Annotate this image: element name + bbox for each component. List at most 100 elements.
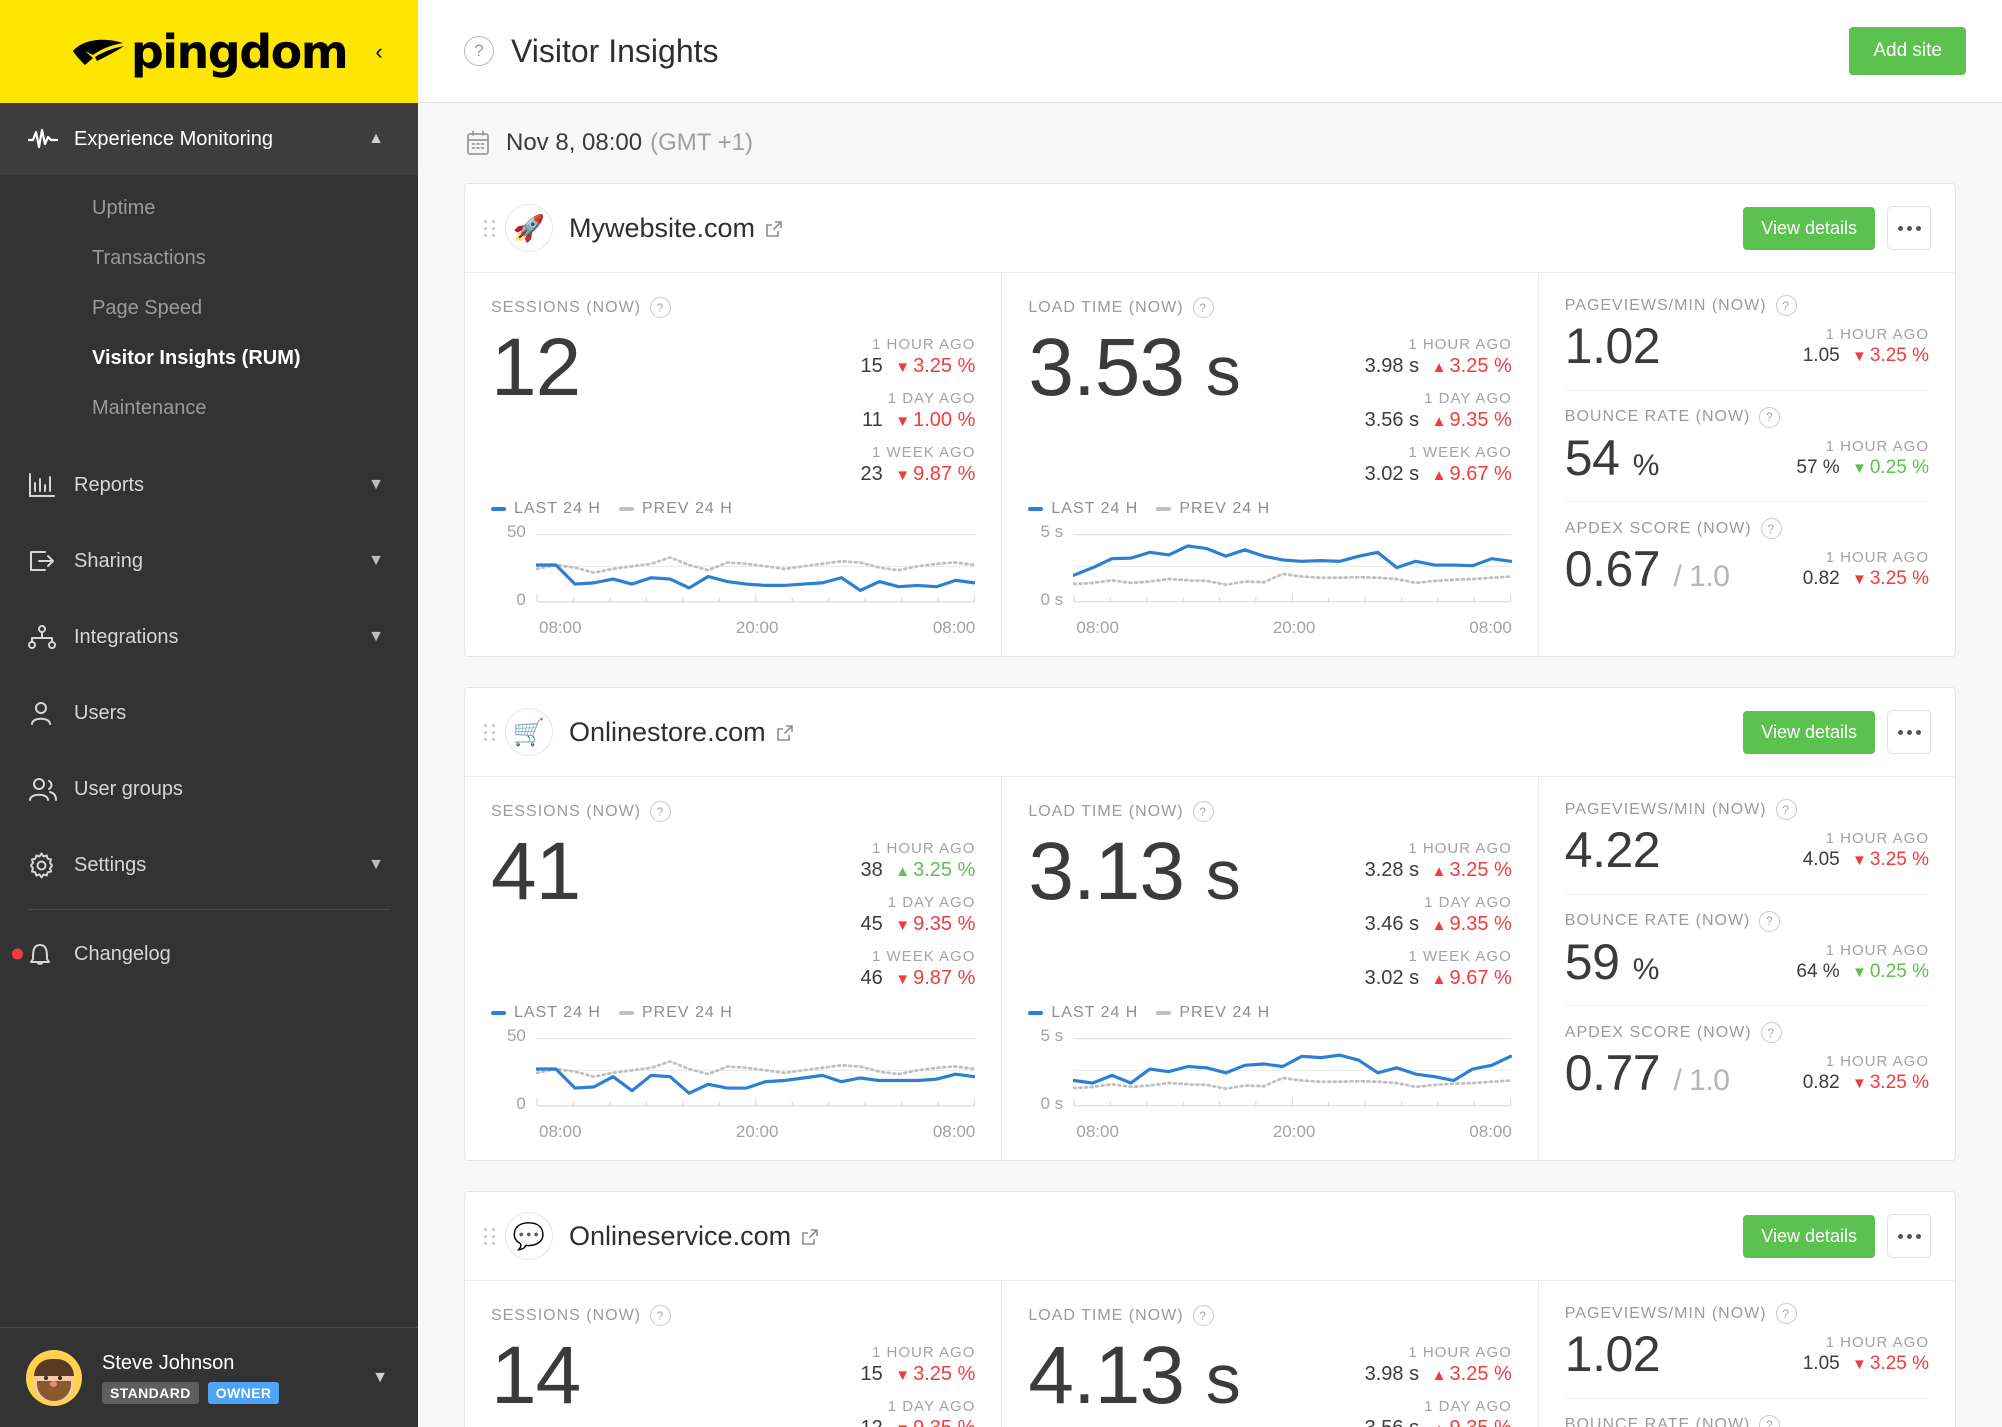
date-bar[interactable]: Nov 8, 08:00 (GMT +1) [464, 103, 1956, 183]
delta-value: 45 ▼ 9.35 % [860, 913, 976, 935]
external-link-icon[interactable] [776, 724, 794, 742]
user-name: Steve Johnson [102, 1351, 235, 1374]
triangle-down-icon: ▼ [895, 359, 911, 376]
more-options-button[interactable] [1887, 206, 1931, 250]
triangle-down-icon: ▼ [895, 917, 911, 934]
help-icon[interactable]: ? [1759, 910, 1781, 932]
delta-percent: ▲ 9.67 % [1431, 967, 1512, 989]
help-icon[interactable]: ? [1775, 1303, 1797, 1324]
site-name[interactable]: Mywebsite.com [569, 213, 783, 244]
help-icon[interactable]: ? [650, 801, 672, 822]
delta-period: 1 HOUR AGO [1825, 326, 1929, 343]
bell-icon [28, 941, 74, 967]
y-axis-min: 0 [516, 1094, 526, 1113]
delta-period: 1 HOUR AGO [1408, 840, 1512, 857]
drag-handle[interactable] [481, 219, 497, 237]
delta-value: 3.98 s ▲ 3.25 % [1364, 355, 1512, 377]
pageviews-row: 4.22 1 HOUR AGO 4.05 ▼ 3.25 % [1565, 822, 1929, 880]
more-options-button[interactable] [1887, 1214, 1931, 1258]
delta-value: 15 ▼ 3.25 % [860, 1363, 976, 1385]
load-time-unit: s [1205, 332, 1241, 410]
help-icon[interactable]: ? [1775, 295, 1797, 316]
sidebar-item-users[interactable]: Users [0, 675, 418, 751]
sparkline-chart [535, 1038, 976, 1107]
chevron-left-icon[interactable]: ‹ [368, 40, 390, 63]
help-icon[interactable]: ? [1759, 1414, 1781, 1427]
legend-swatch-grey [618, 507, 634, 511]
legend-prev-24h: PREV 24 H [1156, 500, 1270, 518]
help-icon[interactable]: ? [1775, 799, 1797, 820]
sessions-deltas: 1 HOUR AGO 15 ▼ 3.25 % 1 DAY AGO 11 ▼ 1.00… [795, 322, 975, 486]
help-icon[interactable]: ? [650, 297, 672, 318]
delta-block: 1 DAY AGO 11 ▼ 1.00 % [795, 390, 975, 432]
delta-block: 1 DAY AGO 12 ▼9.35 % [795, 1398, 975, 1427]
pingdom-logo[interactable]: pingdom [71, 25, 349, 79]
triangle-down-icon: ▼ [895, 971, 911, 988]
triangle-up-icon: ▲ [1431, 971, 1447, 988]
delta-period: 1 WEEK AGO [1408, 444, 1512, 461]
external-link-icon[interactable] [765, 220, 783, 238]
sparkline-chart [1073, 534, 1512, 603]
sessions-row: 12 1 HOUR AGO 15 ▼ 3.25 % 1 DAY AGO 11 ▼ 1… [491, 322, 975, 486]
sidebar-item-settings[interactable]: Settings ▼ [0, 827, 418, 903]
drag-handle[interactable] [481, 723, 497, 741]
pageviews-delta: 1 HOUR AGO 1.05 ▼ 3.25 % [1803, 1326, 1929, 1375]
delta-percent: ▲ 3.25 % [1431, 859, 1512, 881]
question-icon[interactable]: ? [464, 36, 494, 66]
more-options-button[interactable] [1887, 710, 1931, 754]
site-name[interactable]: Onlineservice.com [569, 1221, 819, 1252]
apdex-score-delta: 1 HOUR AGO 0.82 ▼ 3.25 % [1803, 1045, 1929, 1094]
sidebar-group-label: Experience Monitoring [74, 127, 273, 150]
delta-percent: ▲9.35 % [1432, 1417, 1512, 1427]
bounce-rate-value: 54 % [1564, 429, 1660, 486]
sidebar-item-uptime[interactable]: Uptime [0, 183, 418, 233]
y-axis: 5 s 0 s [1028, 522, 1073, 614]
load-time-unit: s [1205, 1340, 1241, 1418]
delta-block: 1 HOUR AGO 3.28 s ▲ 3.25 % [1332, 840, 1512, 882]
sidebar-item-page-speed[interactable]: Page Speed [0, 283, 418, 333]
chevron-down-icon[interactable]: ▼ [372, 1369, 388, 1387]
help-icon[interactable]: ? [1192, 297, 1214, 318]
chevron-up-icon: ▲ [368, 130, 384, 147]
delta-period: 1 WEEK AGO [872, 444, 976, 461]
sidebar-item-sharing[interactable]: Sharing ▼ [0, 523, 418, 599]
triangle-down-icon: ▼ [1851, 1356, 1867, 1373]
drag-handle[interactable] [481, 1227, 497, 1245]
cards-scroll-area[interactable]: Nov 8, 08:00 (GMT +1) 🚀 Mywebsite.com Vi… [418, 103, 2002, 1427]
delta-period: 1 HOUR AGO [1825, 941, 1929, 959]
sidebar-item-reports[interactable]: Reports ▼ [0, 447, 418, 523]
add-site-button[interactable]: Add site [1849, 27, 1966, 75]
chevron-down-icon: ▼ [368, 628, 384, 645]
sidebar-item-user-groups[interactable]: User groups [0, 751, 418, 827]
sidebar-item-transactions[interactable]: Transactions [0, 233, 418, 283]
delta-percent: ▼9.35 % [895, 913, 976, 935]
legend-last-24h: LAST 24 H [1028, 500, 1138, 518]
help-icon[interactable]: ? [1760, 518, 1782, 539]
help-icon[interactable]: ? [1760, 1022, 1782, 1043]
sidebar-item-visitor-insights[interactable]: Visitor Insights (RUM) [0, 333, 418, 383]
view-details-button[interactable]: View details [1743, 1214, 1875, 1258]
site-name[interactable]: Onlinestore.com [569, 717, 794, 748]
view-details-button[interactable]: View details [1743, 710, 1875, 754]
chart-legend: LAST 24 H PREV 24 H [491, 1004, 975, 1022]
help-icon[interactable]: ? [650, 1305, 672, 1326]
external-link-icon[interactable] [801, 1228, 819, 1246]
sidebar-group-experience-monitoring[interactable]: Experience Monitoring ▲ [0, 103, 418, 175]
delta-period: 1 HOUR AGO [1825, 1053, 1929, 1070]
help-icon[interactable]: ? [1192, 801, 1214, 822]
help-icon[interactable]: ? [1759, 406, 1781, 428]
sidebar-item-integrations[interactable]: Integrations ▼ [0, 599, 418, 675]
y-axis-min: 0 s [1040, 1094, 1064, 1113]
delta-block: 1 DAY AGO 3.56 s ▲9.35 % [1332, 1398, 1512, 1427]
delta-value: 57 % ▼ 0.25 % [1796, 456, 1929, 478]
view-details-button[interactable]: View details [1743, 206, 1875, 250]
sessions-label: SESSIONS (NOW)? [491, 801, 975, 822]
sidebar-item-maintenance[interactable]: Maintenance [0, 383, 418, 433]
help-icon[interactable]: ? [1192, 1305, 1214, 1326]
user-profile-row[interactable]: Steve Johnson STANDARD OWNER ▼ [0, 1327, 418, 1427]
pageviews-value: 1.02 [1564, 1326, 1661, 1382]
sidebar-item-changelog[interactable]: Changelog [0, 916, 418, 992]
delta-value: 1.05 ▼ 3.25 % [1802, 1353, 1929, 1374]
pulse-icon [28, 128, 74, 150]
sessions-row: 41 1 HOUR AGO 38 ▲ 3.25 % 1 DAY AGO 45 ▼ 9… [491, 826, 975, 990]
